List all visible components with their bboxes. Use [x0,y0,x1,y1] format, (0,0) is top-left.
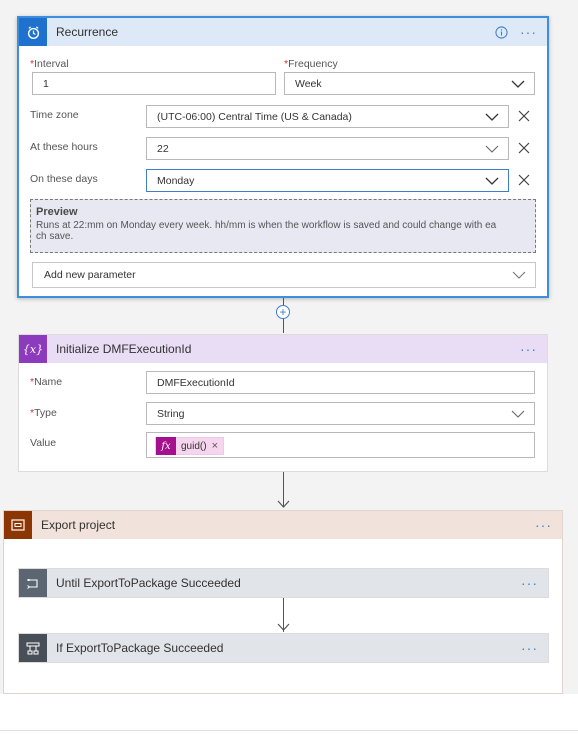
days-dropdown[interactable]: Monday [146,169,509,192]
name-label-text: Name [34,376,63,388]
variable-type-dropdown[interactable]: String [146,402,535,425]
initialize-variable-card[interactable]: {x} Initialize DMFExecutionId ··· *Name … [18,334,548,472]
until-header[interactable]: Until ExportToPackage Succeeded ··· [19,569,548,597]
recurrence-more-button[interactable]: ··· [516,25,541,39]
alarm-clock-icon [19,18,47,46]
remove-days-icon[interactable] [517,173,531,187]
preview-text-line2: ch save. [36,231,74,242]
frequency-label: *Frequency [284,58,338,70]
chevron-down-icon [512,271,526,279]
until-title: Until ExportToPackage Succeeded [56,576,241,590]
type-label: *Type [30,407,57,419]
interval-value: 1 [43,77,49,90]
hours-value: 22 [157,142,169,155]
loop-icon [19,569,47,597]
name-label: *Name [30,376,62,388]
remove-hours-icon[interactable] [517,141,531,155]
timezone-value: (UTC-06:00) Central Time (US & Canada) [157,110,352,123]
schedule-preview: Preview Runs at 22:mm on Monday every we… [30,199,536,253]
chevron-down-icon [511,80,525,88]
until-card[interactable]: Until ExportToPackage Succeeded ··· [18,568,549,598]
interval-label: *Interval [30,58,69,70]
hours-dropdown[interactable]: 22 [146,137,509,160]
info-icon[interactable] [495,25,508,39]
add-new-parameter-label: Add new parameter [44,269,136,281]
preview-title: Preview [36,206,78,218]
timezone-label: Time zone [30,109,79,121]
condition-card[interactable]: If ExportToPackage Succeeded ··· [18,633,549,663]
guid-expression-token[interactable]: fx guid() × [155,437,225,455]
initialize-variable-more-button[interactable]: ··· [516,342,541,356]
insert-step-plus-icon[interactable]: + [276,305,290,319]
remove-timezone-icon[interactable] [517,109,531,123]
frequency-label-text: Frequency [288,58,338,70]
days-value: Monday [157,174,195,187]
variable-name-input[interactable]: DMFExecutionId [146,371,535,394]
export-project-more-button[interactable]: ··· [531,518,556,532]
scope-icon [4,511,32,539]
frequency-value: Week [295,77,322,90]
remove-token-icon[interactable]: × [212,440,223,452]
condition-more-button[interactable]: ··· [517,641,542,655]
condition-header[interactable]: If ExportToPackage Succeeded ··· [19,634,548,662]
variable-icon-text: {x} [22,342,44,356]
type-label-text: Type [34,407,57,419]
preview-text-line1: Runs at 22:mm on Monday every week. hh/m… [36,220,497,231]
export-project-scope[interactable]: Export project ··· Until ExportToPackage… [3,510,563,694]
condition-icon [19,634,47,662]
interval-input[interactable]: 1 [32,72,276,95]
condition-title: If ExportToPackage Succeeded [56,641,224,655]
until-more-button[interactable]: ··· [517,576,542,590]
expression-fx-icon: fx [156,437,176,455]
days-label: On these days [30,173,98,185]
canvas-footer [0,694,578,738]
arrow-down-icon [277,500,290,508]
expression-token-label: guid() [181,440,207,452]
recurrence-title: Recurrence [56,25,119,39]
initialize-variable-header[interactable]: {x} Initialize DMFExecutionId ··· [19,335,547,363]
frequency-dropdown[interactable]: Week [284,72,535,95]
value-label: Value [30,437,57,449]
variable-icon: {x} [19,335,47,363]
variable-name-value: DMFExecutionId [157,376,235,389]
recurrence-header[interactable]: Recurrence ··· [19,18,547,46]
export-project-title: Export project [41,518,116,532]
recurrence-card[interactable]: Recurrence ··· *Interval 1 *Frequency We… [17,16,549,298]
chevron-down-icon [485,113,499,121]
footer-divider [0,730,578,731]
chevron-down-icon [511,410,525,418]
timezone-dropdown[interactable]: (UTC-06:00) Central Time (US & Canada) [146,105,509,128]
chevron-down-icon [485,177,499,185]
export-project-header[interactable]: Export project ··· [4,511,562,539]
variable-type-value: String [157,407,185,420]
initialize-variable-title: Initialize DMFExecutionId [56,342,192,356]
hours-label: At these hours [30,141,98,153]
arrow-down-icon [277,623,290,631]
interval-label-text: Interval [34,58,69,70]
add-new-parameter-dropdown[interactable]: Add new parameter [32,262,536,288]
chevron-down-icon [485,145,499,153]
